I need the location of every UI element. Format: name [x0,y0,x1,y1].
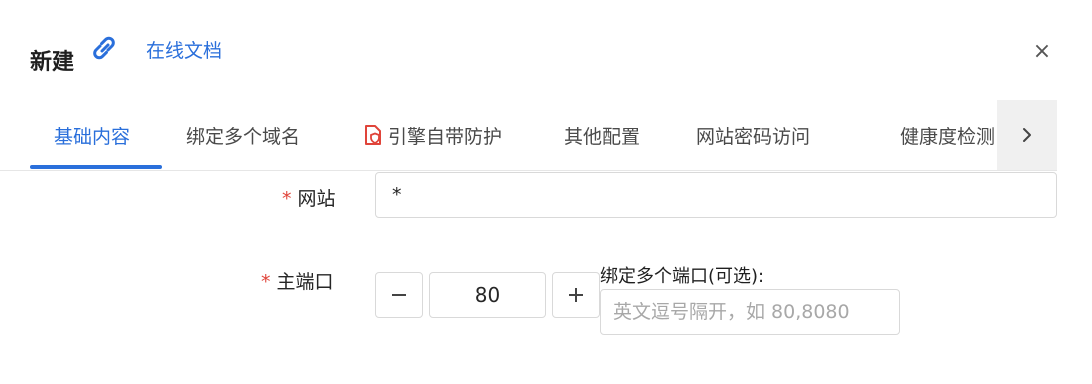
tab-site-password[interactable]: 网站密码访问 [696,122,810,149]
site-label: * 网站 [282,184,336,211]
tab-bar: 基础内容 绑定多个域名 引擎自带防护 其他配置 网站密码访问 健康度检测 [0,100,1057,171]
dialog-title: 新建 [30,50,75,75]
port-label: * 主端口 [261,267,334,294]
site-label-text: 网站 [297,188,336,210]
tab-basic-content[interactable]: 基础内容 [54,122,130,149]
tab-other-config[interactable]: 其他配置 [564,122,640,149]
online-doc-link[interactable]: 在线文档 [146,36,222,63]
link-icon[interactable] [88,32,120,64]
plus-icon [569,288,583,302]
extra-ports-input[interactable]: 英文逗号隔开，如 80,8080 [600,289,900,335]
tab-bind-domains[interactable]: 绑定多个域名 [186,122,300,149]
port-input[interactable]: 80 [429,272,546,318]
tab-engine-protection[interactable]: 引擎自带防护 [362,122,502,149]
minus-icon [392,294,406,296]
required-mark: * [282,188,292,210]
extra-ports-placeholder: 英文逗号隔开，如 80,8080 [613,301,850,323]
tab-scroll-next-button[interactable] [997,100,1057,170]
tab-engine-protection-label: 引擎自带防护 [388,126,503,148]
shield-doc-icon [365,125,381,145]
required-mark: * [261,271,271,293]
extra-ports-label: 绑定多个端口(可选): [600,266,765,287]
port-label-text: 主端口 [276,271,334,293]
close-icon[interactable]: × [1030,40,1054,64]
active-tab-underline [30,165,162,169]
tab-clip: 健康度检测 [890,100,998,170]
chevron-right-icon [1023,128,1031,142]
port-increment-button[interactable] [552,272,600,318]
site-input[interactable]: * [375,172,1057,218]
tab-health-check[interactable]: 健康度检测 [900,122,995,149]
port-decrement-button[interactable] [375,272,423,318]
